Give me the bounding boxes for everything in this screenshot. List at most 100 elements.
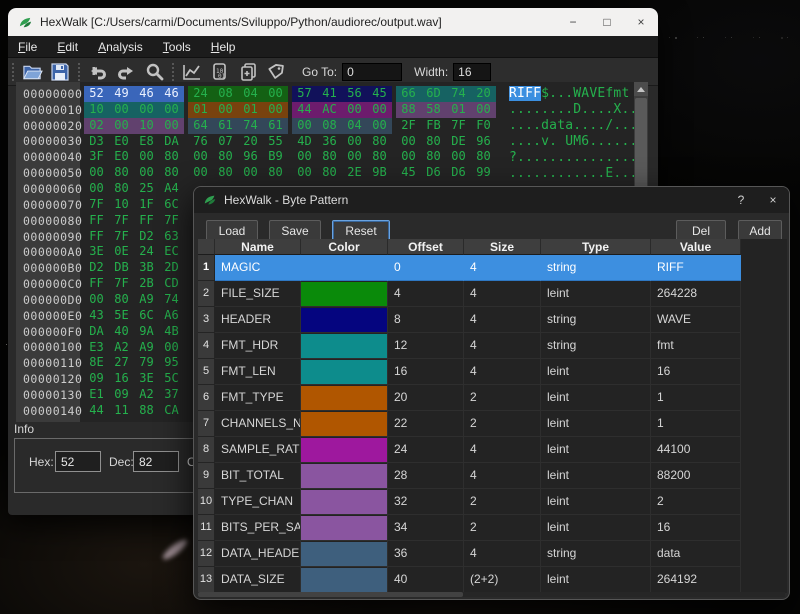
hex-byte[interactable]: 00 bbox=[263, 102, 288, 118]
cell-offset[interactable]: 12 bbox=[388, 333, 464, 359]
hex-byte[interactable]: 3E bbox=[134, 371, 159, 387]
hex-byte[interactable]: EC bbox=[159, 244, 184, 260]
dialog-close-button[interactable]: × bbox=[757, 187, 789, 213]
row-number[interactable]: 5 bbox=[198, 359, 215, 385]
hex-byte[interactable]: 6D bbox=[421, 86, 446, 102]
hex-byte[interactable]: 25 bbox=[134, 181, 159, 197]
row-number[interactable]: 11 bbox=[198, 515, 215, 541]
hex-byte[interactable]: 00 bbox=[134, 165, 159, 181]
cell-color[interactable] bbox=[301, 489, 388, 515]
hex-byte[interactable]: 95 bbox=[159, 355, 184, 371]
hex-byte[interactable]: 01 bbox=[446, 102, 471, 118]
pattern-row-samplerate[interactable]: 8SAMPLE_RATE244leint44100 bbox=[198, 437, 787, 463]
hex-byte[interactable]: 61 bbox=[213, 118, 238, 134]
cell-name[interactable]: MAGIC bbox=[215, 255, 301, 281]
cell-offset[interactable]: 0 bbox=[388, 255, 464, 281]
color-swatch[interactable] bbox=[301, 438, 387, 462]
hex-byte[interactable]: 2F bbox=[396, 118, 421, 134]
cell-offset[interactable]: 32 bbox=[388, 489, 464, 515]
hex-byte[interactable]: 00 bbox=[367, 102, 392, 118]
color-swatch[interactable] bbox=[301, 412, 387, 436]
ascii-text[interactable]: ....data..../... bbox=[509, 118, 638, 133]
hex-byte[interactable]: 44 bbox=[84, 403, 109, 419]
hex-byte[interactable]: 74 bbox=[446, 86, 471, 102]
hex-byte[interactable]: 80 bbox=[109, 181, 134, 197]
hex-byte[interactable]: 00 bbox=[159, 102, 184, 118]
hex-byte[interactable]: 80 bbox=[213, 149, 238, 165]
hex-byte[interactable]: E8 bbox=[134, 134, 159, 150]
hex-byte[interactable]: A9 bbox=[134, 292, 159, 308]
row-number[interactable]: 3 bbox=[198, 307, 215, 333]
cell-size[interactable]: 2 bbox=[464, 515, 541, 541]
cell-size[interactable]: 4 bbox=[464, 541, 541, 567]
menu-analysis[interactable]: Analysis bbox=[88, 37, 153, 57]
cell-value[interactable]: RIFF bbox=[651, 255, 741, 281]
hex-byte[interactable]: 7F bbox=[109, 276, 134, 292]
color-swatch[interactable] bbox=[301, 568, 387, 592]
cell-color[interactable] bbox=[301, 281, 388, 307]
cell-size[interactable]: 4 bbox=[464, 359, 541, 385]
hex-byte[interactable]: 00 bbox=[292, 165, 317, 181]
column-header-offset[interactable]: Offset bbox=[388, 239, 464, 255]
hex-byte[interactable]: 9A bbox=[134, 324, 159, 340]
search-icon[interactable] bbox=[140, 60, 168, 84]
cell-value[interactable]: 44100 bbox=[651, 437, 741, 463]
hex-byte[interactable]: 57 bbox=[292, 86, 317, 102]
hex-byte[interactable]: 5C bbox=[159, 371, 184, 387]
cell-offset[interactable]: 34 bbox=[388, 515, 464, 541]
hex-byte[interactable]: A6 bbox=[159, 308, 184, 324]
hex-byte[interactable]: D2 bbox=[84, 260, 109, 276]
hex-byte[interactable]: 7F bbox=[159, 213, 184, 229]
cell-value[interactable]: 88200 bbox=[651, 463, 741, 489]
hex-byte[interactable]: 80 bbox=[109, 165, 134, 181]
scroll-up-icon[interactable] bbox=[634, 82, 648, 96]
hex-byte[interactable]: D6 bbox=[421, 165, 446, 181]
color-swatch[interactable] bbox=[301, 282, 387, 306]
chart-icon[interactable] bbox=[178, 60, 206, 84]
hex-byte[interactable]: 10 bbox=[84, 102, 109, 118]
maximize-button[interactable]: □ bbox=[590, 8, 624, 36]
cell-name[interactable]: HEADER bbox=[215, 307, 301, 333]
pattern-row-typechan[interactable]: 10TYPE_CHAN322leint2 bbox=[198, 489, 787, 515]
pattern-row-channelsnum[interactable]: 7CHANNELS_NUM222leint1 bbox=[198, 411, 787, 437]
hex-byte[interactable]: 02 bbox=[84, 118, 109, 134]
hex-byte[interactable]: 45 bbox=[396, 165, 421, 181]
cell-size[interactable]: 4 bbox=[464, 437, 541, 463]
hex-byte[interactable]: 80 bbox=[213, 165, 238, 181]
ascii-text[interactable]: ............E... bbox=[509, 166, 638, 181]
hex-byte[interactable]: 10 bbox=[109, 197, 134, 213]
pattern-row-bittotal[interactable]: 9BIT_TOTAL284leint88200 bbox=[198, 463, 787, 489]
hex-byte[interactable]: 00 bbox=[109, 102, 134, 118]
pattern-row-datasize[interactable]: 13DATA_SIZE40(2+2)leint264192 bbox=[198, 567, 787, 593]
hex-byte[interactable]: 09 bbox=[84, 371, 109, 387]
cell-name[interactable]: BITS_PER_SA... bbox=[215, 515, 301, 541]
hex-byte[interactable]: 74 bbox=[159, 292, 184, 308]
hex-byte[interactable]: 80 bbox=[109, 292, 134, 308]
cell-offset[interactable]: 24 bbox=[388, 437, 464, 463]
hex-byte[interactable]: 96 bbox=[471, 134, 496, 150]
menu-file[interactable]: File bbox=[8, 37, 47, 57]
cell-type[interactable]: leint bbox=[541, 489, 651, 515]
hex-byte[interactable]: 80 bbox=[159, 165, 184, 181]
cell-color[interactable] bbox=[301, 359, 388, 385]
hex-byte[interactable]: D3 bbox=[84, 134, 109, 150]
hex-byte[interactable]: 00 bbox=[292, 149, 317, 165]
hex-byte[interactable]: 00 bbox=[396, 149, 421, 165]
hex-byte[interactable]: A2 bbox=[109, 340, 134, 356]
hex-byte[interactable]: 80 bbox=[159, 149, 184, 165]
cell-color[interactable] bbox=[301, 515, 388, 541]
cell-type[interactable]: leint bbox=[541, 385, 651, 411]
hex-byte[interactable]: 00 bbox=[238, 165, 263, 181]
hex-byte[interactable]: 00 bbox=[159, 340, 184, 356]
cell-type[interactable]: string bbox=[541, 255, 651, 281]
hex-byte[interactable]: DE bbox=[446, 134, 471, 150]
hex-byte[interactable]: 00 bbox=[471, 102, 496, 118]
hex-byte[interactable]: 76 bbox=[188, 134, 213, 150]
hex-byte[interactable]: 16 bbox=[109, 371, 134, 387]
cell-type[interactable]: leint bbox=[541, 463, 651, 489]
hex-byte[interactable]: 9B bbox=[367, 165, 392, 181]
hex-byte[interactable]: 61 bbox=[263, 118, 288, 134]
cell-color[interactable] bbox=[301, 541, 388, 567]
hex-byte[interactable]: 24 bbox=[134, 244, 159, 260]
hex-byte[interactable]: A4 bbox=[159, 181, 184, 197]
